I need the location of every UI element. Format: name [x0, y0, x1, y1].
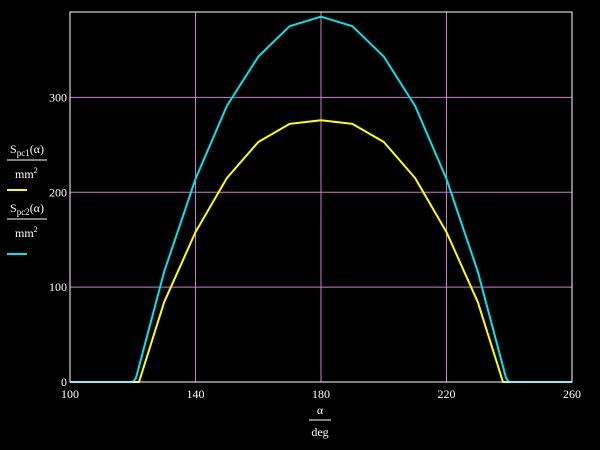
y-label-1-denominator: mm2 — [15, 166, 38, 181]
y-axis-label-series-1: Spc1(α) mm2 — [7, 142, 47, 191]
y-label-1-numerator: Spc1(α) — [10, 142, 44, 158]
x-tick-label: 220 — [438, 387, 456, 401]
y-label-2-numerator: Spc2(α) — [10, 201, 44, 217]
x-tick-label: 100 — [61, 387, 79, 401]
y-tick-label: 300 — [49, 90, 67, 104]
grid-layer — [70, 12, 572, 382]
x-tick-labels: 100 140 180 220 260 — [61, 387, 581, 401]
x-tick-label: 260 — [563, 387, 581, 401]
chart-svg: 100 140 180 220 260 0100200300 Spc1(α) mm2 S… — [7, 11, 581, 439]
y-tick-labels: 0 100 200 300 — [49, 90, 67, 389]
x-label-numerator: α — [317, 403, 324, 417]
y-label-2-denominator: mm2 — [15, 225, 38, 240]
y-tick-label: 200 — [49, 185, 67, 199]
y-tick-label: 100 — [49, 280, 67, 294]
y-axis-label-series-2: Spc2(α) mm2 — [7, 201, 47, 255]
x-axis-label: α deg — [309, 403, 331, 439]
y-tick-label: 0 — [61, 375, 67, 389]
x-tick-label: 140 — [187, 387, 205, 401]
x-label-denominator: deg — [311, 425, 328, 439]
x-tick-label: 180 — [312, 387, 330, 401]
